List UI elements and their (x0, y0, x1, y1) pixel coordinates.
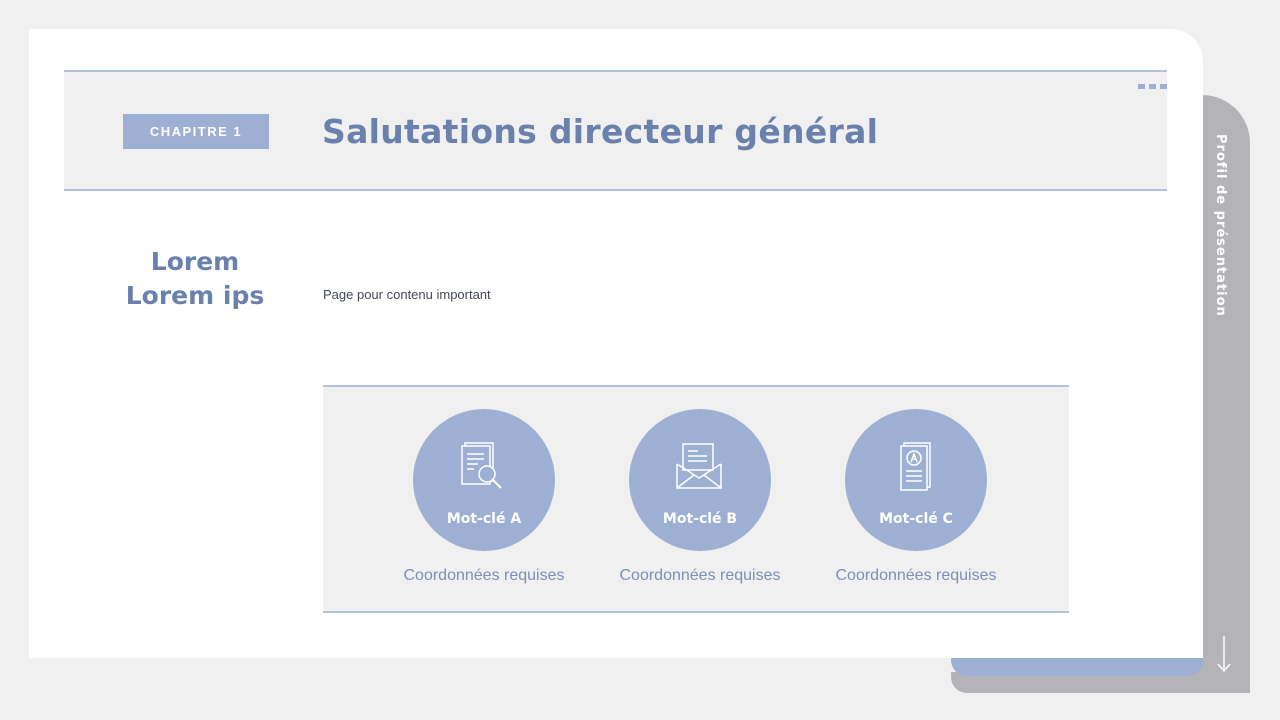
keyword-circle-a: Mot-clé A (413, 409, 555, 551)
arrow-down-icon[interactable] (1214, 634, 1234, 674)
keyword-panel: Mot-clé A Coordonnées requises Mot-clé B… (323, 385, 1069, 613)
keyword-caption-c: Coordonnées requises (835, 567, 997, 584)
slide-card: CHAPITRE 1 Salutations directeur général… (29, 29, 1203, 658)
keyword-label-a: Mot-clé A (446, 511, 522, 527)
keyword-item-b: Mot-clé B Coordonnées requises (610, 409, 790, 585)
document-search-icon (461, 442, 502, 489)
bottom-tab-accent (951, 656, 1203, 676)
section-subtitle: Lorem Lorem ips (109, 245, 281, 313)
chapter-header: CHAPITRE 1 Salutations directeur général (64, 70, 1167, 191)
keyword-circle-b: Mot-clé B (629, 409, 771, 551)
keyword-caption-a: Coordonnées requises (403, 567, 565, 584)
page-title: Salutations directeur général (322, 112, 879, 151)
subtitle-line-2: Lorem ips (125, 281, 265, 310)
grade-document-icon (900, 442, 931, 491)
more-dots-icon[interactable] (1138, 84, 1167, 89)
intro-text: Page pour contenu important (323, 287, 491, 302)
envelope-letter-icon (676, 443, 722, 489)
keyword-label-b: Mot-clé B (662, 511, 738, 527)
keyword-circle-c: Mot-clé C (845, 409, 987, 551)
keyword-item-a: Mot-clé A Coordonnées requises (394, 409, 574, 585)
chapter-badge: CHAPITRE 1 (123, 114, 269, 149)
subtitle-line-1: Lorem (150, 247, 240, 276)
keyword-caption-b: Coordonnées requises (619, 567, 781, 584)
keyword-label-c: Mot-clé C (879, 511, 953, 527)
keyword-item-c: Mot-clé C Coordonnées requises (826, 409, 1006, 585)
side-tab-label: Profil de présentation (1213, 134, 1228, 317)
